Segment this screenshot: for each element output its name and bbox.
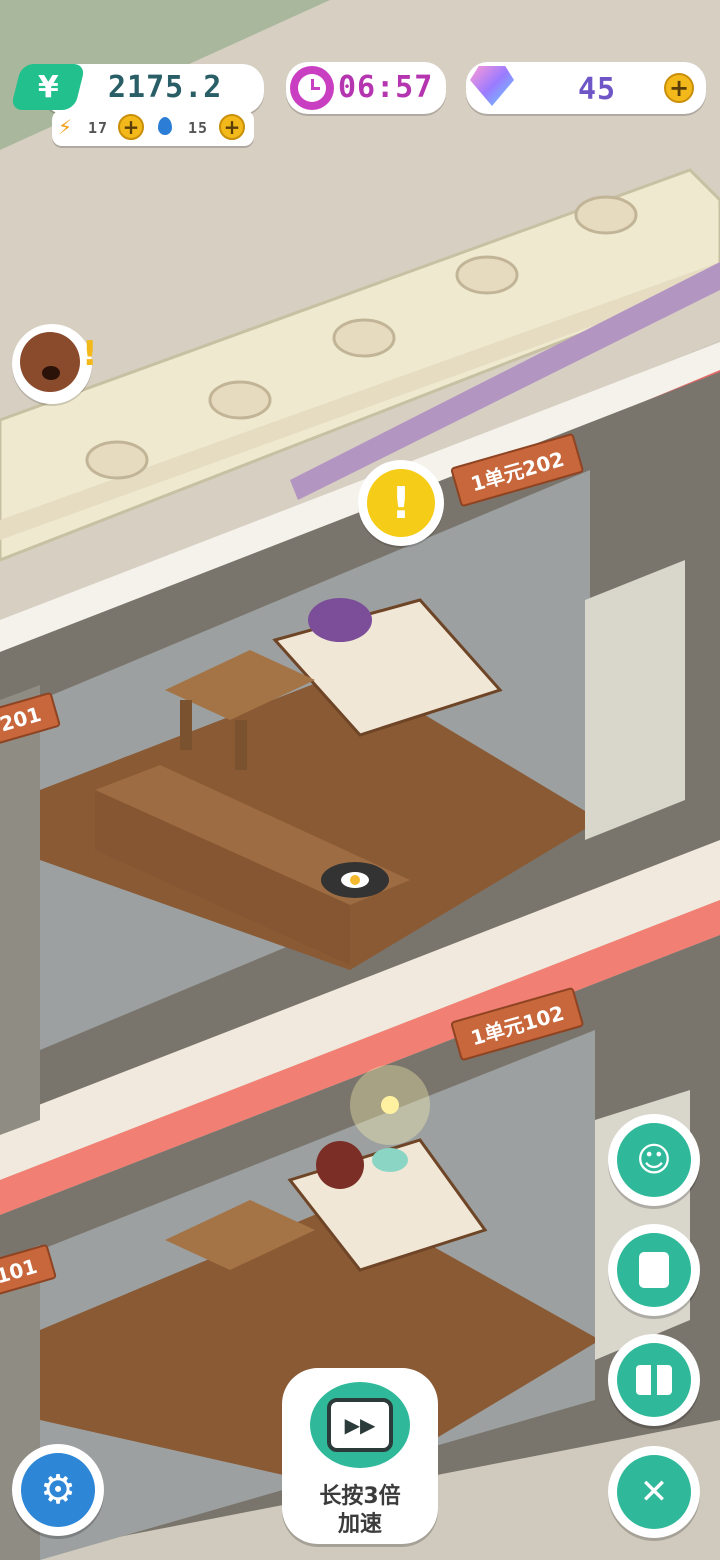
tasks-button[interactable] [608, 1224, 700, 1316]
angry-resident-alert[interactable]: ! [12, 324, 98, 404]
tv-fast-forward-icon: ▶▶ [310, 1382, 410, 1468]
add-energy-button[interactable]: + [118, 114, 144, 140]
face-button[interactable]: ☺ [608, 1114, 700, 1206]
room-202-alert-bubble[interactable]: ! [358, 460, 444, 546]
exclamation-icon: ! [390, 477, 412, 529]
lightning-icon: ⚡ [58, 115, 73, 139]
tools-icon: ✕ [639, 1472, 669, 1512]
speed-up-label-line2: 加速 [337, 1512, 382, 1537]
clock-icon [290, 66, 334, 110]
gems-value: 45 [578, 72, 617, 107]
exclamation-icon: ! [82, 334, 98, 374]
water-value: 15 [188, 119, 209, 137]
add-water-button[interactable]: + [219, 114, 245, 140]
build-button[interactable]: ✕ [608, 1446, 700, 1538]
game-scene [0, 0, 720, 1560]
add-gems-button[interactable]: + [664, 73, 694, 103]
yuan-icon: ¥ [10, 64, 86, 110]
energy-value: 17 [88, 119, 109, 137]
gear-icon: ⚙ [40, 1467, 76, 1513]
smile-icon: ☺ [636, 1140, 672, 1180]
gift-icon [636, 1365, 672, 1395]
money-value: 2175.2 [108, 70, 223, 105]
speed-up-button[interactable]: ▶▶ 长按3倍 加速 [282, 1368, 438, 1544]
water-drop-icon [158, 117, 172, 135]
gift-button[interactable] [608, 1334, 700, 1426]
notes-icon [639, 1252, 669, 1288]
settings-button[interactable]: ⚙ [12, 1444, 104, 1536]
angry-face-icon [20, 332, 80, 392]
timer-value: 06:57 [338, 70, 434, 105]
